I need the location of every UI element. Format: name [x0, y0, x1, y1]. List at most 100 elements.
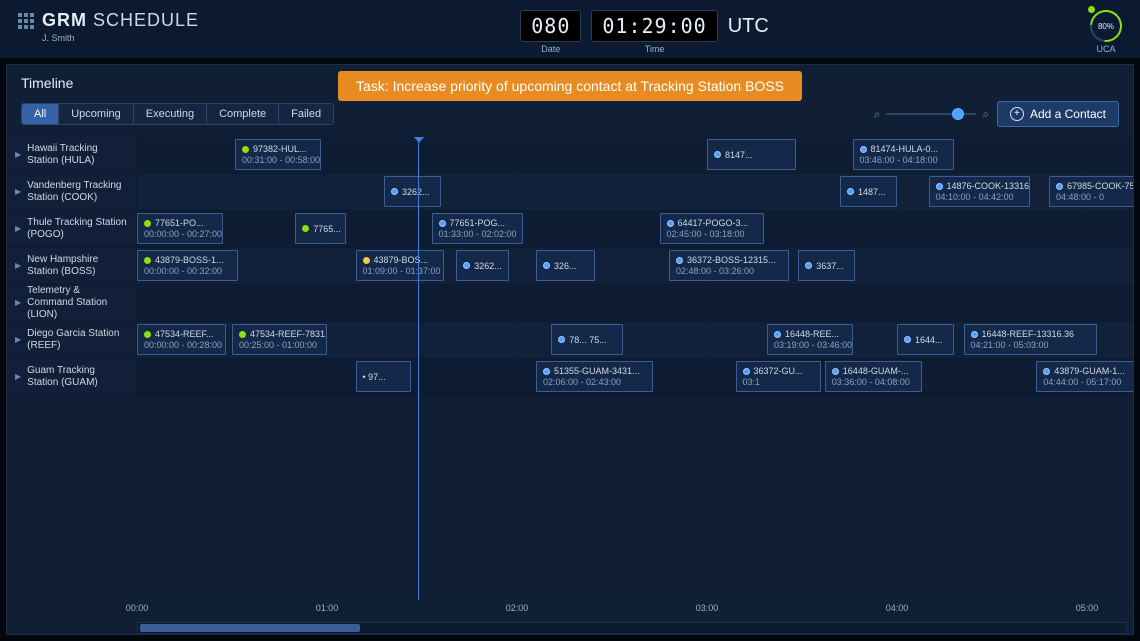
app-title: GRM SCHEDULE — [42, 10, 199, 31]
event-title: 47534-REEF... — [155, 329, 214, 339]
playhead[interactable] — [418, 137, 419, 600]
chevron-right-icon: ▶ — [15, 224, 21, 234]
event-title: 8147... — [725, 150, 753, 160]
contact-event[interactable]: • 97... — [356, 361, 411, 392]
event-title: 43879-BOS... — [374, 255, 429, 265]
status-dot-icon — [242, 146, 249, 153]
timeline-panel: Timeline AllUpcomingExecutingCompleteFai… — [6, 64, 1134, 635]
event-time: 04:48:00 - 0 — [1056, 192, 1133, 202]
contact-event[interactable]: 43879-BOSS-1...00:00:00 - 00:32:00 — [137, 250, 238, 281]
event-title: 326... — [554, 261, 577, 271]
station-label[interactable]: ▶Guam Tracking Station (GUAM) — [7, 359, 137, 395]
status-dot-icon — [847, 188, 854, 195]
status-dot-icon — [667, 220, 674, 227]
event-title: 3262... — [402, 187, 430, 197]
contact-event[interactable]: 1487... — [840, 176, 897, 207]
station-label[interactable]: ▶Hawaii Tracking Station (HULA) — [7, 137, 137, 173]
zoom-thumb[interactable] — [952, 108, 964, 120]
contact-event[interactable]: 3262... — [384, 176, 441, 207]
status-dot-icon — [805, 262, 812, 269]
contact-event[interactable]: 326... — [536, 250, 595, 281]
station-track[interactable]: 3262... 1487... 14876-COOK-13316.2404:10:0… — [137, 174, 1133, 210]
add-contact-button[interactable]: + Add a Contact — [997, 101, 1119, 127]
event-time: 02:48:00 - 03:26:00 — [676, 266, 782, 276]
contact-event[interactable]: 47534-REEF-7831...00:25:00 - 01:00:00 — [232, 324, 327, 355]
contact-event[interactable]: 43879-GUAM-1...04:44:00 - 05:17:00 — [1036, 361, 1133, 392]
add-contact-label: Add a Contact — [1030, 107, 1106, 121]
status-dot-icon — [144, 331, 151, 338]
contact-event[interactable]: 77651-POG...01:33:00 - 02:02:00 — [432, 213, 524, 244]
contact-event[interactable]: 16448-REEF-13316.3604:21:00 - 05:03:00 — [964, 324, 1097, 355]
contact-event[interactable]: 36372-BOSS-12315...02:48:00 - 03:26:00 — [669, 250, 789, 281]
status-dot-icon — [439, 220, 446, 227]
filter-executing[interactable]: Executing — [133, 104, 206, 124]
ruler-tick: 01:00 — [316, 603, 339, 613]
status-dot-icon — [860, 146, 867, 153]
uca-label: UCA — [1096, 44, 1115, 54]
uca-value: 80% — [1098, 22, 1114, 31]
station-label[interactable]: ▶Telemetry & Command Station (LION) — [7, 285, 137, 321]
contact-event[interactable]: 7765... — [295, 213, 346, 244]
station-label[interactable]: ▶Diego Garcia Station (REEF) — [7, 322, 137, 358]
contact-event[interactable]: 97382-HUL...00:31:00 - 00:58:00 — [235, 139, 321, 170]
station-track[interactable]: 43879-BOSS-1...00:00:00 - 00:32:00 43879-… — [137, 248, 1133, 284]
mission-clock: 080 Date 01:29:00 Time UTC — [520, 10, 769, 54]
status-dot-icon — [832, 368, 839, 375]
filter-all[interactable]: All — [22, 104, 58, 124]
contact-event[interactable]: 16448-GUAM-...03:36:00 - 04:08:00 — [825, 361, 922, 392]
status-dot-icon — [239, 331, 246, 338]
event-time: 02:45:00 - 03:18:00 — [667, 229, 758, 239]
filter-complete[interactable]: Complete — [206, 104, 278, 124]
event-title: 1487... — [858, 187, 886, 197]
toolbar: AllUpcomingExecutingCompleteFailed ⌕ ⌕ +… — [7, 97, 1133, 137]
station-label[interactable]: ▶Vandenberg Tracking Station (COOK) — [7, 174, 137, 210]
station-row: ▶Hawaii Tracking Station (HULA)97382-HUL… — [7, 137, 1133, 174]
contact-event[interactable]: 78... 75... — [551, 324, 623, 355]
event-title: 67985-COOK-75316 — [1067, 181, 1133, 191]
filter-failed[interactable]: Failed — [278, 104, 333, 124]
station-track[interactable]: 47534-REEF...00:00:00 - 00:28:0047534-RE… — [137, 322, 1133, 358]
station-track[interactable]: 77651-PO...00:00:00 - 00:27:00 7765... 776… — [137, 211, 1133, 247]
station-label[interactable]: ▶New Hampshire Station (BOSS) — [7, 248, 137, 284]
contact-event[interactable]: 1644... — [897, 324, 954, 355]
zoom-slider[interactable]: ⌕ ⌕ — [873, 107, 988, 122]
contact-event[interactable]: 51355-GUAM-3431...02:06:00 - 02:43:00 — [536, 361, 653, 392]
chevron-right-icon: ▶ — [15, 187, 21, 197]
event-title: 3262... — [474, 261, 502, 271]
horizontal-scrollbar[interactable] — [137, 622, 1127, 634]
contact-event[interactable]: 67985-COOK-7531604:48:00 - 0 — [1049, 176, 1133, 207]
contact-event[interactable]: 3637... — [798, 250, 855, 281]
contact-event[interactable]: 47534-REEF...00:00:00 - 00:28:00 — [137, 324, 226, 355]
station-track[interactable]: • 97... 51355-GUAM-3431...02:06:00 - 02:4… — [137, 359, 1133, 395]
status-dot-icon — [904, 336, 911, 343]
status-dot-icon — [774, 331, 781, 338]
scrollbar-thumb[interactable] — [140, 624, 360, 632]
contact-event[interactable]: 3262... — [456, 250, 509, 281]
contact-event[interactable]: 64417-POGO-3...02:45:00 - 03:18:00 — [660, 213, 765, 244]
chevron-right-icon: ▶ — [15, 335, 21, 345]
contact-event[interactable]: 8147... — [707, 139, 796, 170]
brand: GRM SCHEDULE J. Smith — [18, 10, 199, 43]
zoom-in-icon[interactable]: ⌕ — [982, 107, 989, 122]
zoom-out-icon[interactable]: ⌕ — [873, 107, 880, 122]
station-track[interactable] — [137, 285, 1133, 321]
station-track[interactable]: 97382-HUL...00:31:00 - 00:58:00 8147... 81… — [137, 137, 1133, 173]
filter-upcoming[interactable]: Upcoming — [58, 104, 133, 124]
contact-event[interactable]: 36372-GU...03:1 — [736, 361, 822, 392]
app-grid-icon[interactable] — [18, 13, 34, 29]
contact-event[interactable]: 81474-HULA-0...03:46:00 - 04:18:00 — [853, 139, 954, 170]
top-bar: GRM SCHEDULE J. Smith 080 Date 01:29:00 … — [0, 0, 1140, 58]
chevron-right-icon: ▶ — [15, 298, 21, 308]
contact-event[interactable]: 14876-COOK-13316.2404:10:00 - 04:42:00 — [929, 176, 1030, 207]
station-row: ▶Vandenberg Tracking Station (COOK)3262.… — [7, 174, 1133, 211]
event-time: 03:46:00 - 04:18:00 — [860, 155, 947, 165]
contact-event[interactable]: 16448-REE...03:19:00 - 03:46:00 — [767, 324, 853, 355]
event-time: 04:21:00 - 05:03:00 — [971, 340, 1090, 350]
contact-event[interactable]: 77651-PO...00:00:00 - 00:27:00 — [137, 213, 223, 244]
station-row: ▶Thule Tracking Station (POGO)77651-PO..… — [7, 211, 1133, 248]
clock-date-value: 080 — [520, 10, 581, 42]
contact-event[interactable]: 43879-BOS...01:09:00 - 01:37:00 — [356, 250, 445, 281]
event-time: 00:31:00 - 00:58:00 — [242, 155, 314, 165]
status-dot-icon — [391, 188, 398, 195]
station-label[interactable]: ▶Thule Tracking Station (POGO) — [7, 211, 137, 247]
